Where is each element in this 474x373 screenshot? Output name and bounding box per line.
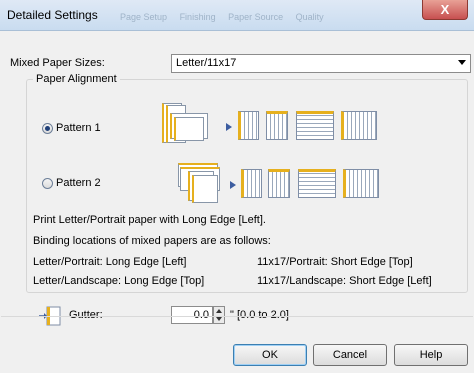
paper-alignment-legend: Paper Alignment (33, 73, 120, 85)
close-icon: X (440, 2, 450, 17)
pattern1-label[interactable]: Pattern 1 (56, 122, 101, 134)
pattern2-radio[interactable] (42, 178, 53, 189)
gutter-label: Gutter: (69, 309, 103, 321)
spin-up-icon[interactable] (216, 309, 222, 313)
arrow-right-icon (230, 181, 236, 189)
info-line-1: Print Letter/Portrait paper with Long Ed… (33, 214, 266, 226)
letter-landscape-page-icon (268, 169, 290, 198)
background-tab: Finishing (179, 12, 216, 22)
spin-down-icon[interactable] (216, 317, 222, 321)
sheet (192, 175, 218, 203)
gutter-range: " [0.0 to 2.0] (230, 309, 289, 321)
background-tab: Quality (295, 12, 324, 22)
pattern1-stack-icon (162, 101, 220, 145)
letter-landscape-page-icon (266, 111, 288, 140)
chevron-down-icon (458, 60, 466, 65)
binding-letter-portrait: Letter/Portrait: Long Edge [Left] (33, 256, 187, 268)
mixed-paper-label: Mixed Paper Sizes: (10, 57, 105, 69)
pattern2-stack-icon (178, 163, 228, 207)
mixed-paper-select[interactable]: Letter/11x17 (171, 54, 471, 73)
window-title: Detailed Settings (7, 8, 98, 22)
background-tab: Paper Source (228, 12, 284, 22)
arrow-right-icon (226, 123, 232, 131)
divider (1, 316, 473, 317)
gutter-input[interactable]: 0.0 (171, 306, 213, 324)
tabloid-portrait-page-icon (298, 169, 336, 198)
help-button[interactable]: Help (394, 344, 468, 366)
letter-portrait-page-icon (238, 111, 259, 140)
pattern1-radio[interactable] (42, 123, 53, 134)
binding-11x17-landscape: 11x17/Landscape: Short Edge [Left] (257, 275, 432, 287)
tabloid-portrait-page-icon (296, 111, 334, 140)
background-tab: Page Setup (120, 12, 168, 22)
binding-letter-landscape: Letter/Landscape: Long Edge [Top] (33, 275, 205, 287)
mixed-paper-value: Letter/11x17 (176, 57, 237, 69)
title-bar: Detailed Settings Page Setup Finishing P… (0, 0, 474, 31)
pattern2-label[interactable]: Pattern 2 (56, 177, 101, 189)
ok-button[interactable]: OK (233, 344, 307, 366)
tabloid-landscape-page-icon (343, 169, 379, 198)
background-tabs: Page Setup Finishing Paper Source Qualit… (120, 12, 334, 22)
binding-11x17-portrait: 11x17/Portrait: Short Edge [Top] (257, 256, 413, 268)
close-button[interactable]: X (422, 0, 468, 20)
cancel-button[interactable]: Cancel (313, 344, 387, 366)
gutter-stepper[interactable] (213, 306, 225, 324)
info-line-2: Binding locations of mixed papers are as… (33, 235, 271, 247)
sheet (174, 117, 204, 141)
letter-portrait-page-icon (241, 169, 262, 198)
tabloid-landscape-page-icon (341, 111, 377, 140)
